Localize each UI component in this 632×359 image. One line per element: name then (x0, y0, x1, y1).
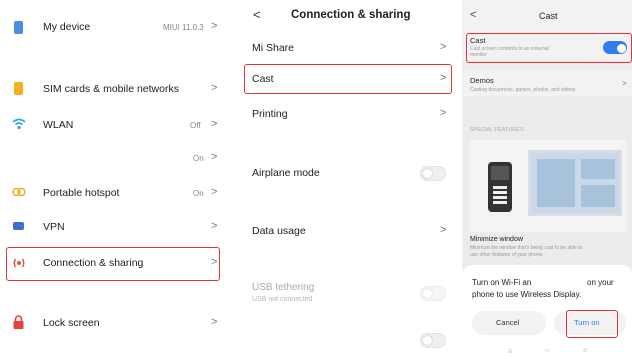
chevron-right-icon: > (211, 20, 218, 32)
dialog-text-1b: on your (587, 278, 614, 287)
printing-label: Printing (252, 108, 288, 120)
minimize-description-1: Minimize the window that's being cast to… (470, 245, 583, 251)
miui-version: MIUI 11.0.3 (163, 23, 204, 32)
dialog-text-1a: Turn on Wi-Fi an (472, 278, 532, 287)
bottom-toggle[interactable] (420, 333, 446, 348)
cast-header: < Cast (462, 0, 632, 32)
demos-label: Demos (470, 76, 494, 85)
demos-description: Casting documents, games, photos, and vi… (470, 87, 576, 93)
connection-sharing-panel: < Connection & sharing Mi Share > Cast >… (240, 0, 458, 359)
hotspot-icon (12, 187, 26, 197)
minimize-window-label: Minimize window (470, 236, 523, 243)
usb-tethering-toggle (420, 286, 446, 301)
section-header: SPECIAL FEATURES (470, 127, 524, 133)
page-title: Cast (539, 11, 558, 21)
chevron-right-icon: > (211, 82, 218, 94)
airplane-mode-row[interactable]: Airplane mode (240, 160, 458, 186)
chevron-right-icon: > (211, 186, 218, 198)
lock-icon (13, 315, 24, 329)
chevron-right-icon: > (211, 220, 218, 232)
wifi-dialog: Turn on Wi-Fi an on your phone to use Wi… (462, 265, 632, 359)
chevron-right-icon: > (622, 79, 627, 88)
mi-share-row[interactable]: Mi Share > (240, 36, 458, 60)
cancel-label: Cancel (496, 318, 520, 327)
chevron-right-icon: > (211, 151, 218, 163)
sim-label: SIM cards & mobile networks (43, 83, 179, 95)
chevron-right-icon: > (440, 41, 447, 53)
highlight-box (566, 310, 618, 338)
highlight-box (466, 33, 632, 63)
my-device-label: My device (43, 21, 91, 33)
monitor-illustration (528, 150, 622, 216)
wlan-status: Off (190, 121, 201, 130)
chevron-right-icon: > (211, 316, 218, 328)
data-usage-row[interactable]: Data usage > (240, 218, 458, 244)
chevron-right-icon: > (440, 224, 447, 236)
my-device-row[interactable]: My device MIUI 11.0.3 > (0, 14, 232, 40)
wifi-icon (12, 118, 26, 130)
wlan-row[interactable]: WLAN Off > (0, 112, 232, 138)
cancel-button[interactable]: Cancel (472, 311, 546, 335)
cast-panel: < Cast Cast Cast screen contents to an e… (462, 0, 632, 359)
sim-card-icon (14, 82, 23, 95)
chevron-right-icon: > (440, 107, 447, 119)
highlight-box (244, 64, 452, 94)
nav-back-button[interactable]: < (583, 346, 588, 355)
minimize-description-2: use other features of your phone. (470, 252, 544, 258)
nav-menu-button[interactable]: ≡ (508, 347, 513, 356)
back-button[interactable]: < (253, 7, 261, 22)
feature-illustration (470, 140, 626, 232)
dialog-text-2: phone to use Wireless Display. (472, 290, 582, 299)
chevron-right-icon: > (211, 118, 218, 130)
phone-icon (14, 21, 23, 34)
page-title: Connection & sharing (291, 9, 411, 21)
mi-share-label: Mi Share (252, 42, 295, 54)
data-usage-label: Data usage (252, 225, 306, 237)
hotspot-status: On (193, 189, 204, 198)
sim-row[interactable]: SIM cards & mobile networks > (0, 76, 232, 102)
demos-row[interactable]: Demos Casting documents, games, photos, … (462, 70, 632, 96)
vpn-icon (13, 222, 24, 230)
usb-tethering-label: USB tethering (252, 282, 315, 293)
airplane-mode-toggle[interactable] (420, 166, 446, 181)
window-block (581, 159, 615, 179)
nav-home-button[interactable]: ○ (545, 346, 550, 355)
phone-keys (493, 184, 507, 206)
back-button[interactable]: < (470, 9, 476, 21)
lock-screen-row[interactable]: Lock screen > (0, 310, 232, 336)
hotspot-row[interactable]: Portable hotspot On > (0, 180, 232, 206)
printing-row[interactable]: Printing > (240, 102, 458, 126)
vpn-row[interactable]: VPN > (0, 214, 232, 240)
phone-illustration (488, 162, 512, 212)
bluetooth-status: On (193, 154, 204, 163)
phone-screen (491, 166, 509, 180)
wlan-label: WLAN (43, 119, 74, 131)
settings-panel: My device MIUI 11.0.3 > SIM cards & mobi… (0, 0, 232, 359)
vpn-label: VPN (43, 221, 65, 233)
highlight-box (6, 247, 220, 281)
window-block (537, 159, 575, 207)
usb-status: USB not connected (252, 296, 313, 303)
usb-tethering-row: USB tethering USB not connected (240, 280, 458, 308)
airplane-mode-label: Airplane mode (252, 167, 320, 179)
lock-screen-label: Lock screen (43, 317, 100, 329)
window-block (581, 185, 615, 207)
hotspot-label: Portable hotspot (43, 187, 120, 199)
bluetooth-row[interactable]: On > (0, 146, 232, 170)
